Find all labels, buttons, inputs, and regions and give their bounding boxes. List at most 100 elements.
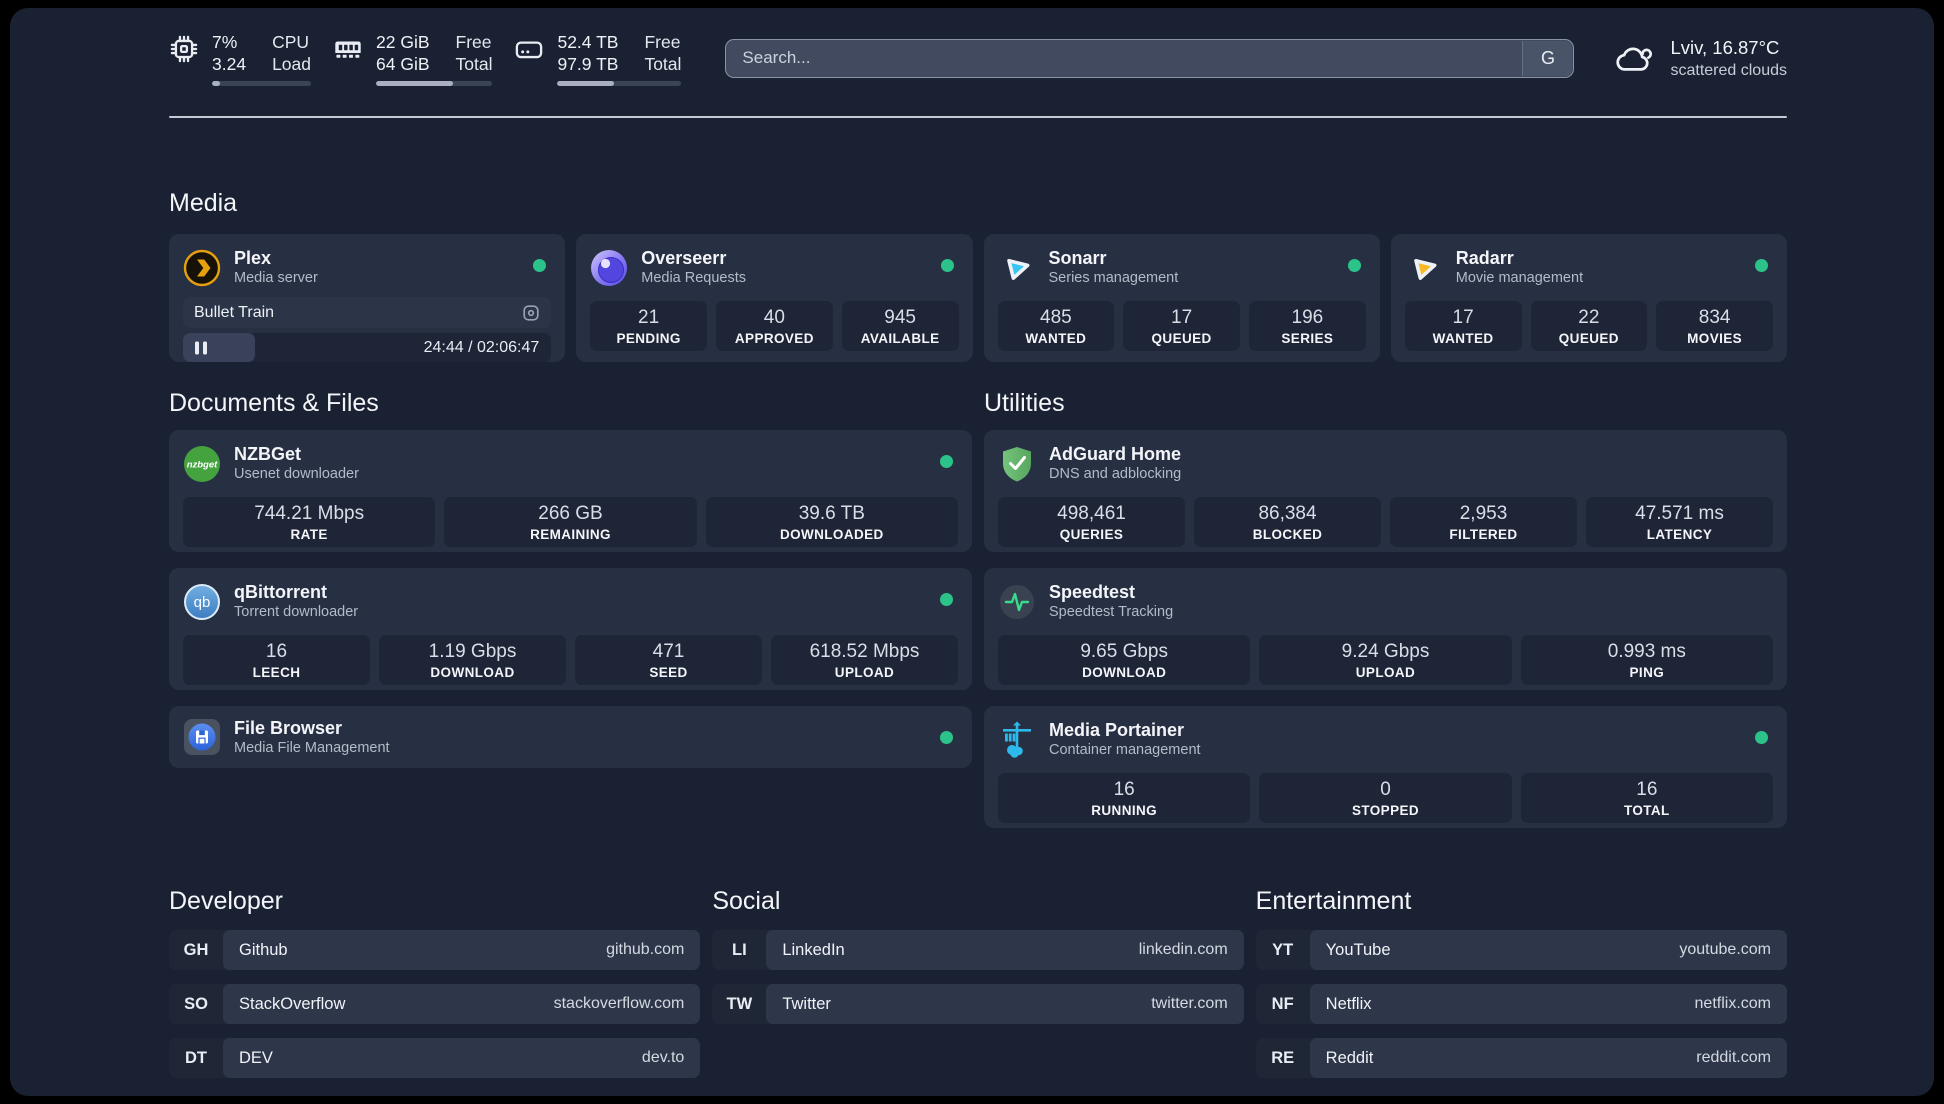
speedtest-icon [1000, 584, 1034, 619]
app-name: Speedtest [1049, 582, 1136, 602]
developer-column: Developer GH Github github.com SO StackOv… [169, 886, 701, 1078]
app-name: AdGuard Home [1049, 444, 1182, 464]
link-tag: DT [185, 1048, 207, 1067]
stat-box: 2,953 FILTERED [1390, 497, 1577, 547]
link-netflix[interactable]: NF Netflix netflix.com [1255, 984, 1787, 1024]
weather-widget: Lviv, 16.87°C scattered clouds [1612, 36, 1787, 81]
link-domain: netflix.com [1694, 995, 1771, 1012]
ram-total-value: 64 GiB [376, 53, 430, 74]
section-title-documents: Documents & Files [169, 389, 379, 417]
adguard-icon [1003, 446, 1031, 481]
svg-text:nzbget: nzbget [187, 459, 218, 470]
app-name: Radarr [1455, 248, 1514, 268]
status-dot [1755, 259, 1768, 272]
search-input[interactable] [725, 38, 1575, 78]
stat-box: 485 WANTED [997, 301, 1115, 351]
link-dev[interactable]: DT DEV dev.to [169, 1038, 701, 1078]
card-plex[interactable]: Plex Media server Bullet Train 24:44 / 0… [169, 234, 566, 362]
link-stackoverflow[interactable]: SO StackOverflow stackoverflow.com [169, 984, 701, 1024]
cloud-icon [1616, 47, 1653, 71]
disk-total-label: Total [644, 53, 682, 74]
link-name: LinkedIn [782, 940, 845, 959]
portainer-icon [1003, 721, 1031, 758]
link-youtube[interactable]: YT YouTube youtube.com [1255, 930, 1787, 970]
link-name: YouTube [1325, 940, 1391, 959]
search-bar: G [725, 38, 1575, 78]
disk-total-value: 97.9 TB [557, 53, 619, 74]
link-domain: reddit.com [1696, 1049, 1771, 1066]
cpu-load-label: Load [272, 53, 311, 74]
link-tag: NF [1271, 994, 1294, 1013]
cpu-usage: 7% [212, 31, 238, 52]
status-dot [940, 259, 954, 272]
section-title-social: Social [712, 887, 781, 915]
link-name: Twitter [782, 994, 831, 1013]
section-title-media: Media [169, 189, 238, 217]
link-domain: github.com [606, 941, 685, 958]
card-qbittorrent[interactable]: qb qBittorrent Torrent downloader 16 LEEC… [169, 568, 972, 690]
top-bar: 7% 3.24 CPU Load 22 GiB 64 GiB Free Tota… [169, 31, 1787, 86]
card-nzbget[interactable]: nzbget NZBGet Usenet downloader 744.21 M… [169, 430, 972, 552]
section-title-developer: Developer [169, 887, 283, 915]
card-sonarr[interactable]: Sonarr Series management 485 WANTED 17 QUE… [983, 234, 1380, 362]
google-search-button[interactable]: G [1522, 40, 1573, 76]
card-adguard[interactable]: AdGuard Home DNS and adblocking 498,461 Q… [984, 430, 1787, 552]
playback-progress-bar: 24:44 / 02:06:47 [183, 333, 552, 362]
cpu-label: CPU [272, 31, 310, 52]
card-radarr[interactable]: Radarr Movie management 17 WANTED 22 QUEUE… [1390, 234, 1787, 362]
app-name: Media Portainer [1049, 720, 1185, 740]
stat-box: 945 AVAILABLE [841, 301, 959, 351]
stat-box: 471 SEED [575, 635, 762, 685]
link-twitter[interactable]: TW Twitter twitter.com [712, 984, 1244, 1024]
link-reddit[interactable]: RE Reddit reddit.com [1255, 1038, 1787, 1078]
stat-box: 47.571 ms LATENCY [1586, 497, 1773, 547]
card-speedtest[interactable]: Speedtest Speedtest Tracking 9.65 Gbps DO… [984, 568, 1787, 690]
card-overseerr[interactable]: Overseerr Media Requests 21 PENDING 40 APP… [576, 234, 973, 362]
ram-progress-bar [376, 80, 493, 86]
app-name: qBittorrent [234, 582, 327, 602]
sonarr-icon [1006, 258, 1029, 280]
app-subtitle: Torrent downloader [234, 604, 359, 620]
app-name: Overseerr [641, 248, 727, 268]
status-dot [1347, 259, 1361, 272]
now-playing-row: Bullet Train [183, 297, 552, 328]
stat-box: 17 WANTED [1404, 301, 1522, 351]
app-subtitle: Movie management [1455, 270, 1584, 286]
card-portainer[interactable]: Media Portainer Container management 16 R… [984, 706, 1787, 828]
session-icon[interactable] [522, 304, 540, 322]
documents-column: Documents & Files nzbget NZBGet Usenet d… [169, 388, 972, 828]
stat-box: 39.6 TB DOWNLOADED [705, 497, 958, 547]
social-column: Social LI LinkedIn linkedin.com TW Twitte… [712, 886, 1244, 1078]
filebrowser-icon [184, 719, 220, 755]
stat-box: 22 QUEUED [1530, 301, 1648, 351]
plex-icon [183, 249, 221, 286]
ram-total-label: Total [455, 53, 493, 74]
disk-icon [516, 41, 543, 58]
app-name: Plex [234, 248, 272, 268]
media-grid: Plex Media server Bullet Train 24:44 / 0… [169, 234, 1787, 362]
radarr-icon [1413, 258, 1437, 280]
playback-time: 24:44 / 02:06:47 [423, 338, 540, 356]
link-domain: youtube.com [1679, 941, 1771, 958]
stat-box: 196 SERIES [1249, 301, 1366, 351]
status-dot [940, 455, 953, 468]
entertainment-column: Entertainment YT YouTube youtube.com NF N… [1255, 886, 1787, 1078]
stat-box: 1.19 Gbps DOWNLOAD [379, 635, 566, 685]
stat-box: 16 LEECH [183, 635, 370, 685]
section-title-utilities: Utilities [984, 389, 1065, 417]
ram-free-value: 22 GiB [376, 31, 430, 52]
ram-icon [335, 41, 361, 58]
card-filebrowser[interactable]: File Browser Media File Management [169, 706, 972, 768]
stat-box: 618.52 Mbps UPLOAD [771, 635, 958, 685]
ram-stat: 22 GiB 64 GiB Free Total [333, 31, 493, 86]
cpu-progress-bar [212, 80, 311, 86]
link-tag: RE [1271, 1048, 1295, 1067]
link-github[interactable]: GH Github github.com [169, 930, 701, 970]
link-linkedin[interactable]: LI LinkedIn linkedin.com [712, 930, 1244, 970]
app-name: NZBGet [234, 444, 301, 464]
link-name: StackOverflow [239, 994, 346, 1013]
link-name: Github [239, 940, 288, 959]
app-subtitle: Usenet downloader [234, 466, 359, 482]
app-subtitle: DNS and adblocking [1049, 466, 1182, 482]
overseerr-icon [591, 249, 628, 286]
